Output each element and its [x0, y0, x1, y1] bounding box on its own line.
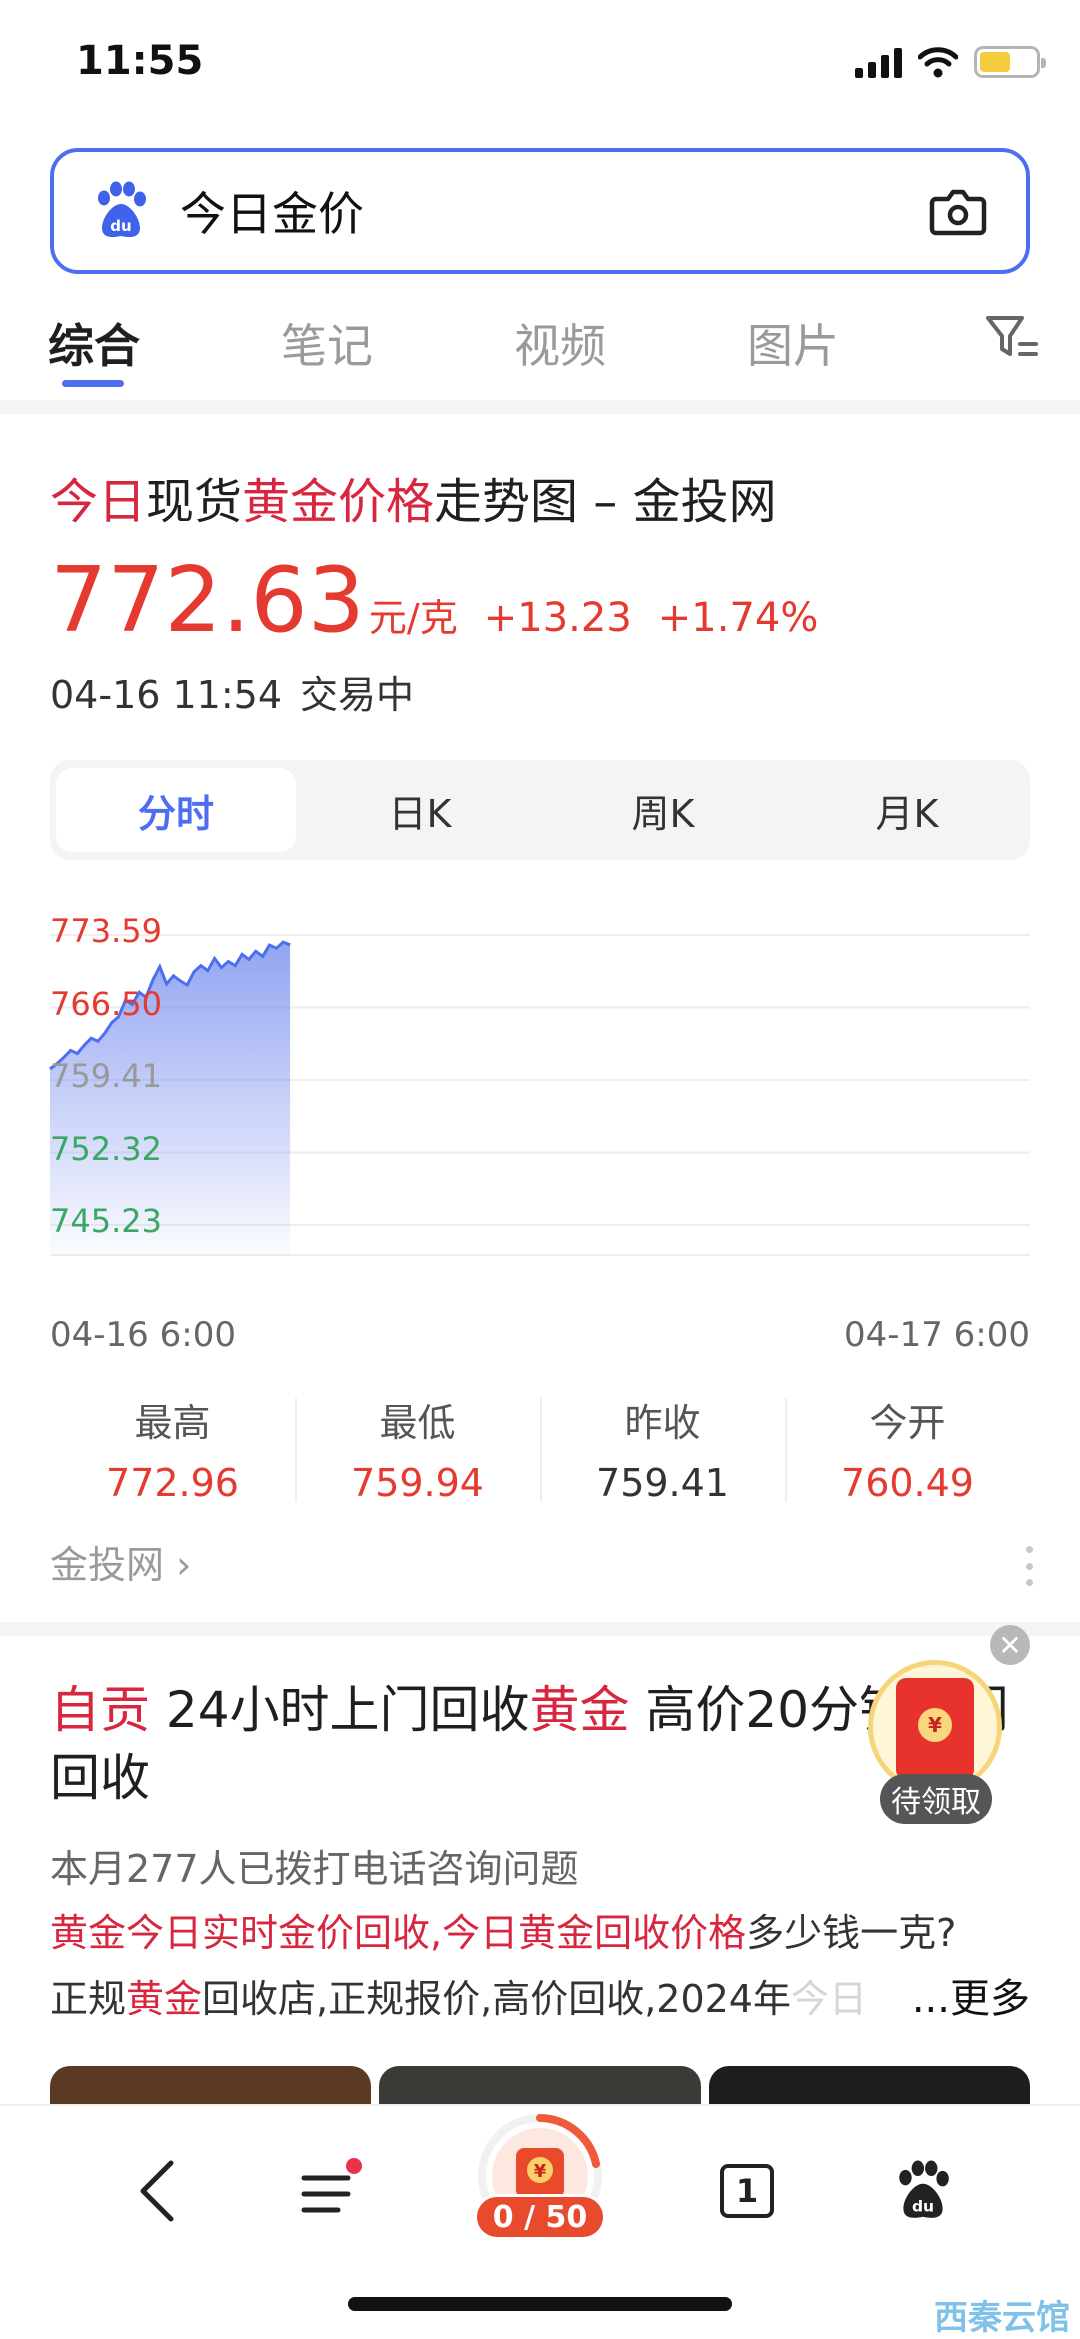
active-tab-indicator: [62, 380, 124, 387]
menu-button[interactable]: [286, 2146, 376, 2236]
more-link[interactable]: ...更多: [901, 1966, 1030, 2024]
y-tick-label: 773.59: [50, 912, 162, 950]
trade-status: 04-16 11:54 交易中: [50, 664, 414, 719]
section-divider: [0, 1622, 1080, 1636]
x-axis-start: 04-16 6:00: [50, 1315, 236, 1355]
period-tab-intraday[interactable]: 分时: [56, 768, 296, 852]
title-text: 现货: [146, 474, 243, 530]
status-time: 11:55: [76, 38, 204, 84]
red-envelope-widget[interactable]: ¥ 待领取: [860, 1660, 1010, 1830]
stat-prev-close: 昨收 759.41: [540, 1390, 785, 1510]
period-tab-weekly[interactable]: 周K: [543, 768, 783, 852]
tab-count: 1: [720, 2164, 774, 2218]
ad-meta: 本月277人已拨打电话咨询问题: [50, 1847, 579, 1891]
desc-text: 回收店,正规报价,高价回收,2024年: [202, 1977, 791, 2021]
stat-value: 760.49: [841, 1461, 974, 1505]
close-icon[interactable]: ✕: [990, 1625, 1030, 1665]
tab-videos[interactable]: 视频: [514, 310, 606, 376]
thumbnail-image[interactable]: [708, 2066, 1030, 2106]
price-change-percent: +1.74%: [657, 595, 819, 641]
stat-high: 最高 772.96: [50, 1390, 295, 1510]
coin-icon: ¥: [918, 1708, 952, 1742]
camera-icon[interactable]: [928, 181, 988, 241]
envelope-label: 待领取: [880, 1774, 992, 1824]
stat-value: 759.41: [596, 1461, 729, 1505]
price-stats: 最高 772.96 最低 759.94 昨收 759.41 今开 760.49: [50, 1390, 1030, 1510]
svg-text:¥: ¥: [534, 2161, 547, 2182]
battery-icon: [974, 46, 1046, 78]
chevron-left-icon: [140, 2160, 174, 2222]
tabs-button[interactable]: 1: [702, 2146, 792, 2236]
stat-value: 772.96: [106, 1461, 239, 1505]
stat-label: 最高: [134, 1401, 211, 1445]
stat-open: 今开 760.49: [785, 1390, 1030, 1510]
stat-low: 最低 759.94: [295, 1390, 540, 1510]
ad-thumbnails[interactable]: [50, 2066, 1030, 2106]
baidu-home-button[interactable]: du: [878, 2146, 968, 2236]
more-options-icon[interactable]: [1026, 1546, 1034, 1586]
y-tick-label: 766.50: [50, 984, 162, 1023]
svg-text:du: du: [110, 217, 131, 235]
stat-label: 最低: [379, 1401, 456, 1445]
signal-icon: [855, 46, 902, 78]
price-unit: 元/克: [368, 596, 458, 640]
home-indicator: [348, 2297, 732, 2311]
price-row: 772.63 元/克 +13.23 +1.74%: [50, 548, 818, 653]
stat-label: 昨收: [624, 1401, 701, 1445]
period-tab-daily[interactable]: 日K: [300, 768, 540, 852]
source-link[interactable]: 金投网 ›: [50, 1534, 191, 1589]
tab-all[interactable]: 综合: [48, 310, 140, 376]
title-text: 走势图 – 金投网: [434, 474, 777, 530]
tab-notes[interactable]: 笔记: [281, 310, 373, 376]
desc-highlight: 黄金今日实时金价回收,今日黄金回收价格: [50, 1911, 747, 1955]
wifi-icon: [918, 47, 958, 78]
market-status: 交易中: [300, 673, 415, 717]
status-bar: 11:55: [0, 0, 1080, 130]
current-price: 772.63: [50, 548, 365, 653]
desc-text: 多少钱一克?: [746, 1911, 957, 1955]
title-highlight: 黄金价格: [242, 474, 435, 530]
period-tab-monthly[interactable]: 月K: [787, 768, 1027, 852]
back-button[interactable]: [112, 2146, 202, 2236]
y-tick-label: 759.41: [50, 1057, 162, 1095]
desc-faded: 今日: [790, 1977, 867, 2021]
y-tick-label: 745.23: [50, 1202, 162, 1240]
quote-datetime: 04-16 11:54: [50, 673, 283, 717]
title-highlight: 黄金: [529, 1681, 630, 1739]
title-highlight: 自贡: [50, 1681, 150, 1739]
desc-highlight: 黄金: [126, 1977, 203, 2021]
y-tick-label: 752.32: [50, 1129, 162, 1168]
reward-progress: 0 / 50: [474, 2194, 606, 2240]
stat-label: 今开: [869, 1401, 946, 1445]
filter-icon[interactable]: [984, 312, 1040, 364]
baidu-paw-icon: du: [98, 181, 146, 238]
search-input[interactable]: 今日金价: [180, 178, 928, 244]
title-highlight: 今日: [50, 474, 147, 530]
search-box[interactable]: du 今日金价: [50, 148, 1030, 274]
section-divider: [0, 400, 1080, 414]
thumbnail-image[interactable]: [379, 2066, 701, 2106]
watermark: 西秦云馆: [934, 2298, 1070, 2338]
result-tabs: 综合 笔记 视频 图片: [0, 300, 1080, 390]
thumbnail-image[interactable]: [50, 2066, 372, 2106]
tab-images[interactable]: 图片: [747, 310, 839, 376]
desc-text: 正规: [50, 1977, 127, 2021]
ad-description: 黄金今日实时金价回收,今日黄金回收价格多少钱一克? 正规黄金回收店,正规报价,高价…: [50, 1900, 1040, 2032]
svg-text:du: du: [912, 2198, 934, 2216]
intraday-chart[interactable]: [0, 880, 1080, 1300]
menu-icon: [301, 2158, 362, 2213]
result-title[interactable]: 今日现货黄金价格走势图 – 金投网: [50, 462, 777, 532]
status-icons: [855, 46, 1046, 78]
stat-value: 759.94: [351, 1461, 484, 1505]
title-text: 24小时上门回收: [150, 1681, 530, 1739]
x-axis-end: 04-17 6:00: [844, 1315, 1030, 1355]
period-tabs: 分时 日K 周K 月K: [50, 760, 1030, 860]
baidu-paw-icon: du: [899, 2160, 949, 2218]
price-change: +13.23: [483, 595, 632, 641]
